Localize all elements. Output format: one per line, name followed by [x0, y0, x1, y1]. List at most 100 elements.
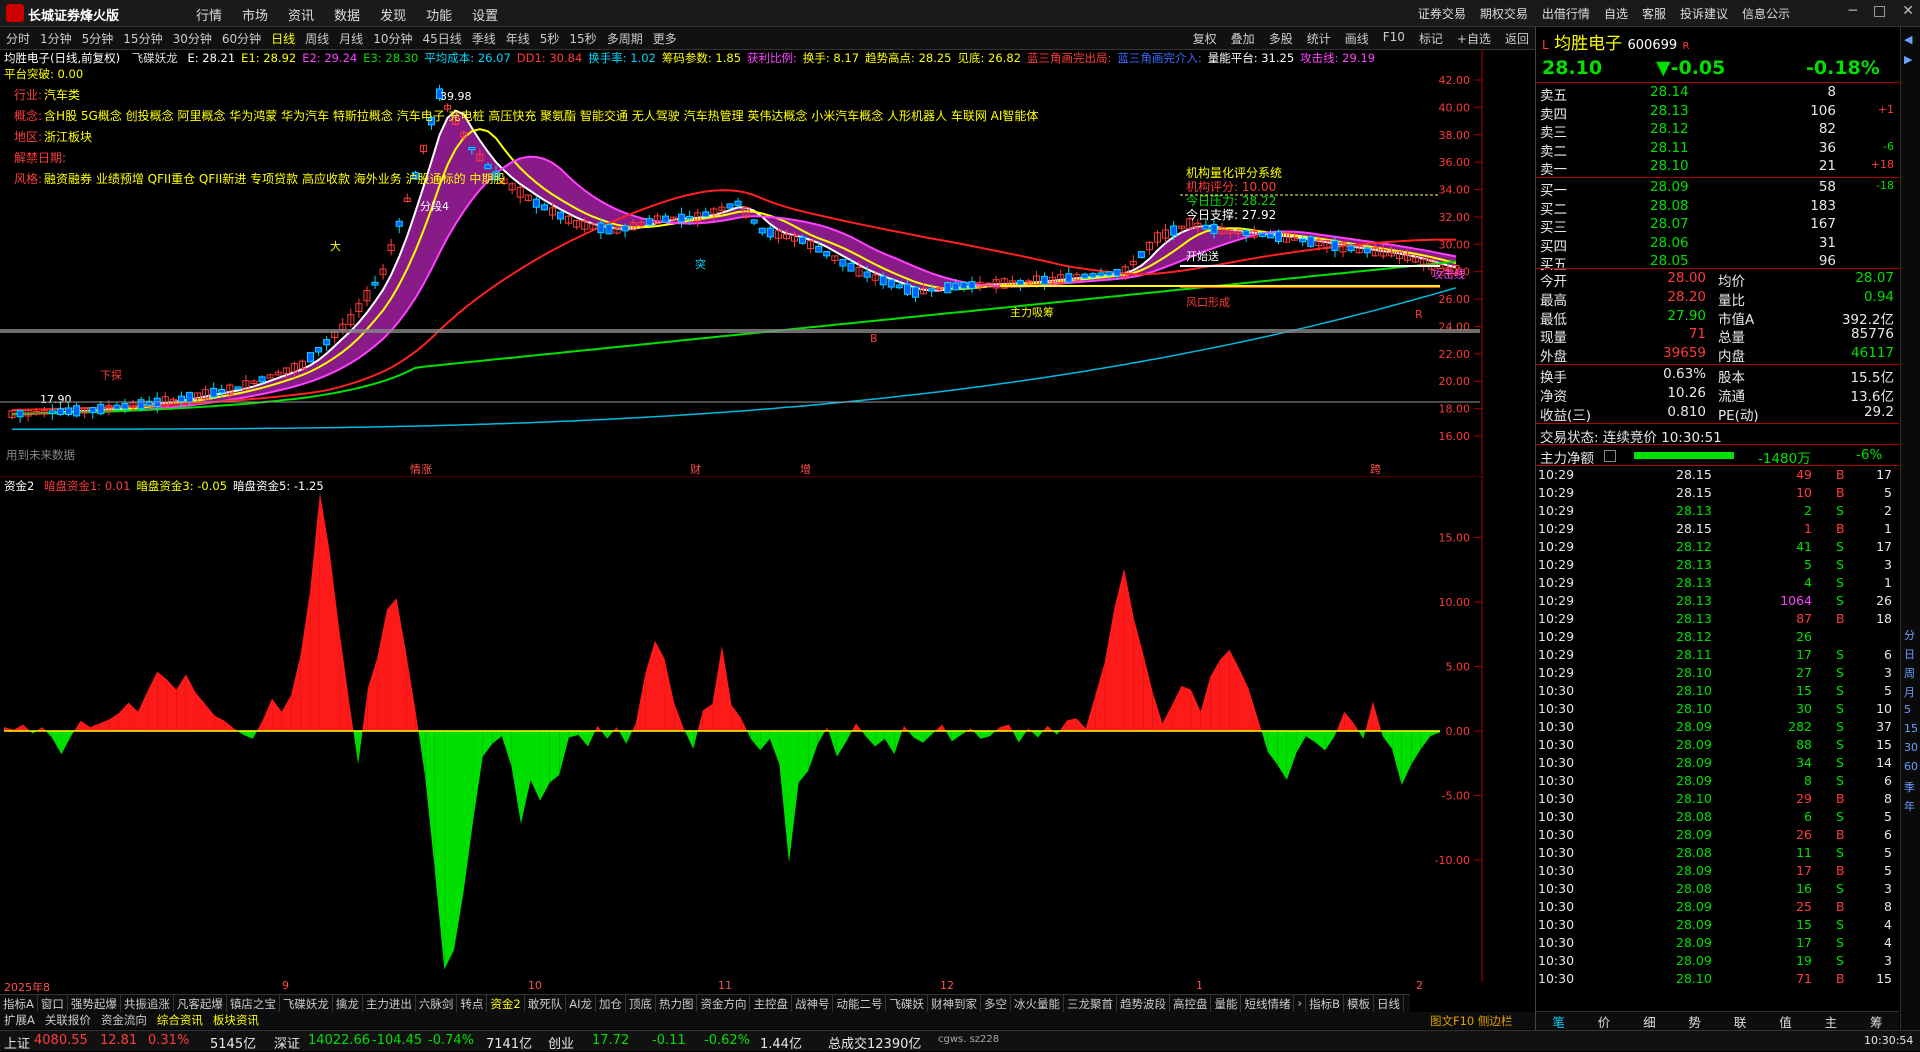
indicator-tab[interactable]: 短线情绪: [1241, 995, 1295, 1013]
bottom-tab[interactable]: 扩展A: [4, 1012, 35, 1029]
indicator-tab[interactable]: 镇店之宝: [227, 995, 280, 1013]
detail-tab[interactable]: 笔: [1552, 1012, 1565, 1030]
period-tab[interactable]: 60分钟: [222, 30, 261, 47]
book-row[interactable]: 卖三 28.12 82: [1536, 121, 1896, 141]
indicator-tab[interactable]: ›: [1294, 995, 1307, 1013]
indicator-tab[interactable]: 资金方向: [697, 995, 751, 1013]
indicator-tab[interactable]: 飞碟妖: [886, 995, 928, 1013]
indicator-tab[interactable]: 多空: [981, 995, 1011, 1013]
checkbox-icon[interactable]: [1604, 450, 1616, 462]
indicator-tab[interactable]: 主控盘: [750, 995, 792, 1013]
indicator-tab[interactable]: 热力图: [656, 995, 698, 1013]
indicator-tab[interactable]: 加仓: [596, 995, 626, 1013]
event-mark[interactable]: 增: [800, 461, 811, 477]
indicator-tab[interactable]: 飞碟妖龙: [280, 995, 333, 1013]
indicator-tab[interactable]: AI龙: [566, 995, 596, 1013]
sidebar-button[interactable]: 15: [1904, 722, 1918, 735]
sidebar-button[interactable]: 日: [1904, 646, 1915, 662]
top-link[interactable]: 期权交易: [1480, 5, 1528, 22]
sidebar-button[interactable]: 60: [1904, 760, 1918, 773]
period-tab[interactable]: 5秒: [540, 30, 560, 47]
indicator-tab[interactable]: 财神到家: [928, 995, 981, 1013]
indicator-tab[interactable]: 六脉剑: [416, 995, 458, 1013]
menu-item[interactable]: 资讯: [288, 5, 314, 24]
sidebar-button[interactable]: ◀: [1904, 33, 1912, 46]
indicator-name[interactable]: 飞碟妖龙: [132, 51, 178, 65]
menu-item[interactable]: 发现: [380, 5, 406, 24]
menu-item[interactable]: 数据: [334, 5, 360, 24]
fund-flow-chart[interactable]: 15.00 10.00 5.00 0.00 -5.00 -10.00: [0, 476, 1484, 982]
indicator-tab[interactable]: 量能: [1211, 995, 1242, 1013]
book-row[interactable]: 买一 28.09 58 -18: [1536, 179, 1896, 199]
indicator-tab[interactable]: 擒龙: [333, 995, 363, 1013]
menu-item[interactable]: 市场: [242, 5, 268, 24]
sidebar-button[interactable]: 分: [1904, 627, 1915, 643]
indicator-tab[interactable]: 顶底: [626, 995, 656, 1013]
book-row[interactable]: 买三 28.07 167: [1536, 216, 1896, 236]
f10-sidebar-link[interactable]: 图文F10 侧边栏: [1430, 1013, 1512, 1029]
period-tab[interactable]: 更多: [653, 30, 677, 47]
period-tab[interactable]: 月线: [339, 30, 363, 47]
indicator-tab[interactable]: 强势起爆: [68, 995, 121, 1013]
book-row[interactable]: 卖四 28.13 106 +1: [1536, 103, 1896, 123]
book-row[interactable]: 卖五 28.14 8: [1536, 84, 1896, 104]
event-mark[interactable]: 跨: [1370, 461, 1381, 477]
tool-button[interactable]: 统计: [1307, 30, 1331, 47]
top-link[interactable]: 证券交易: [1418, 5, 1466, 22]
sidebar-button[interactable]: 月: [1904, 684, 1915, 700]
period-tab[interactable]: 多周期: [607, 30, 643, 47]
period-tab[interactable]: 季线: [472, 30, 496, 47]
menu-item[interactable]: 设置: [472, 5, 498, 24]
tool-button[interactable]: 多股: [1269, 30, 1293, 47]
indicator-tab[interactable]: 趋势波段: [1117, 995, 1170, 1013]
indicator-tab[interactable]: 动能二号: [833, 995, 887, 1013]
detail-tab[interactable]: 值: [1779, 1012, 1792, 1030]
detail-tab[interactable]: 势: [1689, 1012, 1702, 1030]
close-icon[interactable]: ✕: [1902, 3, 1914, 19]
menu-item[interactable]: 功能: [426, 5, 452, 24]
top-link[interactable]: 信息公示: [1742, 5, 1790, 22]
period-tab[interactable]: 日线: [271, 30, 295, 47]
tool-button[interactable]: F10: [1383, 30, 1405, 47]
sidebar-button[interactable]: ▶: [1904, 53, 1912, 66]
tool-button[interactable]: 画线: [1345, 30, 1369, 47]
sidebar-button[interactable]: 周: [1904, 665, 1915, 681]
period-tab[interactable]: 年线: [506, 30, 530, 47]
detail-tab[interactable]: 价: [1598, 1012, 1611, 1030]
indicator-tab[interactable]: 战神号: [792, 995, 834, 1013]
tool-button[interactable]: 标记: [1419, 30, 1443, 47]
indicator-tab[interactable]: 敢死队: [525, 995, 567, 1013]
tool-button[interactable]: 复权: [1193, 30, 1217, 47]
period-tab[interactable]: 15秒: [569, 30, 596, 47]
indicator-tab[interactable]: 三龙聚首: [1064, 995, 1117, 1013]
top-link[interactable]: 自选: [1604, 5, 1628, 22]
detail-tab[interactable]: 联: [1734, 1012, 1747, 1030]
indicator-tab[interactable]: 指标B: [1306, 995, 1344, 1013]
sub-chart-name[interactable]: 资金2: [4, 479, 34, 493]
bottom-tab[interactable]: 关联报价: [45, 1012, 91, 1029]
indicator-tab[interactable]: 指标A: [0, 995, 38, 1013]
detail-tab[interactable]: 筹: [1870, 1012, 1883, 1030]
tool-button[interactable]: 叠加: [1231, 30, 1255, 47]
period-tab[interactable]: 10分钟: [373, 30, 412, 47]
sidebar-button[interactable]: 30: [1904, 741, 1918, 754]
period-tab[interactable]: 5分钟: [82, 30, 114, 47]
maximize-icon[interactable]: □: [1873, 3, 1886, 19]
book-row[interactable]: 买四 28.06 31: [1536, 235, 1896, 255]
book-row[interactable]: 卖二 28.11 36 -6: [1536, 140, 1896, 160]
book-row[interactable]: 买二 28.08 183: [1536, 198, 1896, 218]
top-link[interactable]: 投诉建议: [1680, 5, 1728, 22]
bottom-tab[interactable]: 资金流向: [101, 1012, 147, 1029]
book-row[interactable]: 卖一 28.10 21 +18: [1536, 158, 1896, 178]
minimize-icon[interactable]: ─: [1849, 3, 1857, 19]
event-mark[interactable]: 财: [690, 461, 701, 477]
indicator-tab[interactable]: 日线: [1374, 995, 1404, 1013]
sidebar-button[interactable]: 年: [1904, 798, 1915, 814]
indicator-tab[interactable]: 资金2: [487, 995, 525, 1013]
detail-tab[interactable]: 主: [1825, 1012, 1838, 1030]
indicator-tab[interactable]: 主力进出: [363, 995, 416, 1013]
tool-button[interactable]: +自选: [1457, 30, 1491, 47]
indicator-tab[interactable]: 凡客起爆: [174, 995, 227, 1013]
period-tab[interactable]: 30分钟: [173, 30, 212, 47]
period-tab[interactable]: 1分钟: [40, 30, 72, 47]
